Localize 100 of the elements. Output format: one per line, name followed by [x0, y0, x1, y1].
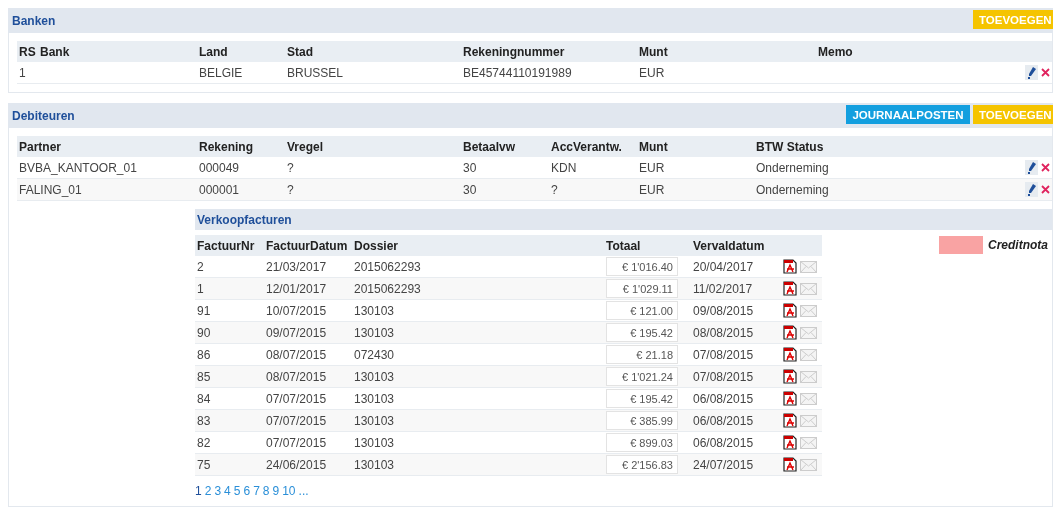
table-cell: 000049	[199, 160, 240, 175]
table-cell: BE45744110191989	[463, 65, 572, 80]
column-header: Stad	[285, 41, 461, 62]
amount-field: € 385.99	[606, 411, 678, 430]
table-cell: 90	[197, 325, 211, 340]
column-header: Vregel	[285, 136, 461, 157]
pdf-icon[interactable]	[783, 325, 797, 341]
column-header: AccVerantw.	[549, 136, 637, 157]
table-cell: 000001	[199, 182, 240, 197]
column-header: Land	[197, 41, 285, 62]
page-link[interactable]: 1	[195, 484, 202, 498]
section-title: Verkoopfacturen	[196, 212, 292, 227]
table-cell: 84	[197, 391, 211, 406]
page-link[interactable]: 4	[224, 484, 231, 498]
table-cell: 08/07/2015	[266, 347, 327, 362]
table-cell: 130103	[354, 325, 395, 340]
column-header: Betaalvw	[461, 136, 549, 157]
pdf-icon[interactable]	[783, 347, 797, 363]
table-cell: 30	[463, 160, 477, 175]
table-cell: EUR	[639, 65, 665, 80]
delete-icon[interactable]	[1041, 185, 1050, 195]
table-cell: 91	[197, 303, 211, 318]
column-header: Bank	[38, 41, 197, 62]
page-link[interactable]: 7	[253, 484, 260, 498]
table-cell: 07/07/2015	[266, 435, 327, 450]
table-cell: 09/07/2015	[266, 325, 327, 340]
table-cell: 130103	[354, 391, 395, 406]
pdf-icon[interactable]	[783, 435, 797, 451]
table-cell: EUR	[639, 182, 665, 197]
column-header: BTW Status	[754, 136, 1012, 157]
amount-field: € 195.42	[606, 389, 678, 408]
pdf-icon[interactable]	[783, 369, 797, 385]
table-cell: Onderneming	[756, 182, 829, 197]
table-cell: 07/08/2015	[693, 347, 754, 362]
column-header: Munt	[637, 136, 754, 157]
table-cell: 130103	[354, 369, 395, 384]
table-cell: BRUSSEL	[287, 65, 344, 80]
amount-field: € 21.18	[606, 345, 678, 364]
pdf-icon[interactable]	[783, 413, 797, 429]
column-header: FactuurDatum	[264, 235, 352, 256]
column-header: Vervaldatum	[691, 235, 779, 256]
amount-field: € 1'016.40	[606, 257, 678, 276]
table-cell: 06/08/2015	[693, 435, 754, 450]
delete-icon[interactable]	[1041, 163, 1050, 173]
table-cell: 24/06/2015	[266, 457, 327, 472]
page-link[interactable]: 2	[204, 484, 212, 498]
table-cell: 130103	[354, 457, 395, 472]
table-cell: 82	[197, 435, 211, 450]
table-cell: 130103	[354, 413, 395, 428]
table-cell: 07/08/2015	[693, 369, 754, 384]
pdf-icon[interactable]	[783, 457, 797, 473]
table-cell: 11/02/2017	[693, 281, 753, 296]
section-title: Banken	[11, 13, 56, 28]
table-cell: BVBA_KANTOOR_01	[19, 160, 137, 175]
table-cell: ?	[551, 182, 558, 197]
pdf-icon[interactable]	[783, 259, 797, 275]
pdf-icon[interactable]	[783, 391, 797, 407]
amount-field: € 1'029.11	[606, 279, 678, 298]
table-cell: 20/04/2017	[693, 259, 754, 274]
table-cell: 07/07/2015	[266, 413, 327, 428]
table-cell: 2	[197, 259, 204, 274]
journal-entries-button[interactable]: JOURNAALPOSTEN	[846, 105, 970, 124]
table-cell: KDN	[551, 160, 577, 175]
table-cell: 130103	[354, 303, 395, 318]
legend-label: Creditnota	[988, 238, 1048, 252]
table-cell: 1	[19, 65, 26, 80]
table-cell: 072430	[354, 347, 395, 362]
page-link[interactable]: 5	[233, 484, 241, 498]
pdf-icon[interactable]	[783, 303, 797, 319]
amount-field: € 899.03	[606, 433, 678, 452]
page-link[interactable]: 6	[243, 484, 251, 498]
table-cell: 21/03/2017	[266, 259, 327, 274]
table-cell: 09/08/2015	[693, 303, 754, 318]
table-cell: 07/07/2015	[266, 391, 327, 406]
amount-field: € 121.00	[606, 301, 678, 320]
edit-icon[interactable]	[1025, 65, 1038, 81]
table-cell: Onderneming	[756, 160, 829, 175]
table-cell: BELGIE	[199, 65, 243, 80]
table-cell: 10/07/2015	[266, 303, 327, 318]
page-link[interactable]: 10	[282, 484, 296, 498]
column-header: Rekening	[197, 136, 285, 157]
table-cell: 12/01/2017	[266, 281, 327, 296]
page-link[interactable]: ...	[298, 484, 309, 498]
page-link[interactable]: 8	[262, 484, 270, 498]
edit-icon[interactable]	[1025, 182, 1038, 198]
table-cell: 08/07/2015	[266, 369, 327, 384]
delete-icon[interactable]	[1041, 68, 1050, 78]
table-cell: 08/08/2015	[693, 325, 754, 340]
column-header: Dossier	[352, 235, 604, 256]
page-link[interactable]: 3	[214, 484, 222, 498]
table-cell: 1	[197, 281, 204, 296]
column-header: RS	[17, 41, 38, 62]
table-cell: ?	[287, 182, 294, 197]
edit-icon[interactable]	[1025, 160, 1038, 176]
table-cell: 75	[197, 457, 211, 472]
page-link[interactable]: 9	[272, 484, 280, 498]
table-cell: 06/08/2015	[693, 413, 754, 428]
pdf-icon[interactable]	[783, 281, 797, 297]
table-cell: 2015062293	[354, 281, 421, 296]
column-header: Memo	[816, 41, 1012, 62]
